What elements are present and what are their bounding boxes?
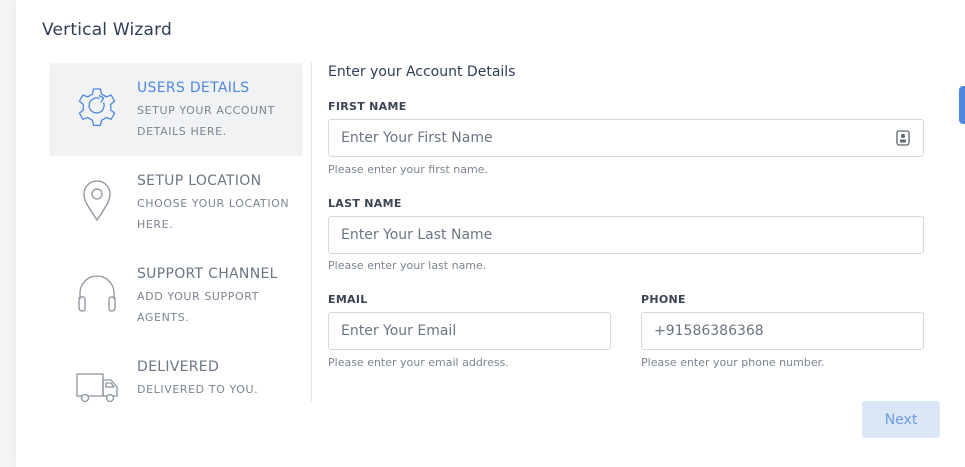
email-label: EMAIL — [328, 293, 368, 306]
step-subtitle: SETUP YOUR ACCOUNT DETAILS HERE. — [137, 104, 275, 138]
headphones-icon — [78, 275, 116, 312]
gear-icon — [78, 88, 116, 127]
phone-label: PHONE — [641, 293, 686, 306]
step-subtitle: DELIVERED TO YOU. — [137, 383, 259, 396]
steps-divider — [311, 62, 312, 402]
truck-icon — [76, 373, 118, 403]
wizard-title: Vertical Wizard — [42, 20, 173, 40]
next-button[interactable]: Next — [862, 401, 940, 438]
side-customizer-tab[interactable] — [959, 86, 965, 124]
step-title: SUPPORT CHANNEL — [137, 266, 278, 282]
first-name-input[interactable] — [328, 119, 924, 157]
step-support-channel[interactable]: SUPPORT CHANNEL ADD YOUR SUPPORT AGENTS. — [49, 249, 303, 342]
step-delivered[interactable]: DELIVERED DELIVERED TO YOU. — [49, 342, 303, 435]
step-subtitle: ADD YOUR SUPPORT AGENTS. — [137, 290, 260, 324]
first-name-wrapper — [328, 119, 924, 157]
step-title: USERS DETAILS — [137, 80, 250, 96]
contact-card-icon[interactable] — [896, 130, 910, 146]
wizard-steps: USERS DETAILS SETUP YOUR ACCOUNT DETAILS… — [49, 63, 303, 435]
step-title: SETUP LOCATION — [137, 173, 262, 189]
step-title: DELIVERED — [137, 359, 220, 375]
last-name-help: Please enter your last name. — [328, 259, 487, 272]
step-subtitle: CHOOSE YOUR LOCATION HERE. — [137, 197, 290, 231]
last-name-input[interactable] — [328, 216, 924, 254]
account-form: Enter your Account Details FIRST NAME Pl… — [328, 62, 924, 369]
first-name-help: Please enter your first name. — [328, 163, 488, 176]
step-setup-location[interactable]: SETUP LOCATION CHOOSE YOUR LOCATION HERE… — [49, 156, 303, 249]
last-name-label: LAST NAME — [328, 197, 402, 210]
form-section-title: Enter your Account Details — [328, 64, 516, 80]
email-help: Please enter your email address. — [328, 356, 509, 369]
location-pin-icon — [83, 180, 111, 222]
email-input[interactable] — [328, 312, 611, 350]
first-name-label: FIRST NAME — [328, 100, 407, 113]
phone-input[interactable] — [641, 312, 924, 350]
wizard-card: Vertical Wizard USERS DETAILS SETUP YOUR… — [16, 0, 965, 467]
step-users-details[interactable]: USERS DETAILS SETUP YOUR ACCOUNT DETAILS… — [49, 63, 303, 156]
phone-help: Please enter your phone number. — [641, 356, 825, 369]
